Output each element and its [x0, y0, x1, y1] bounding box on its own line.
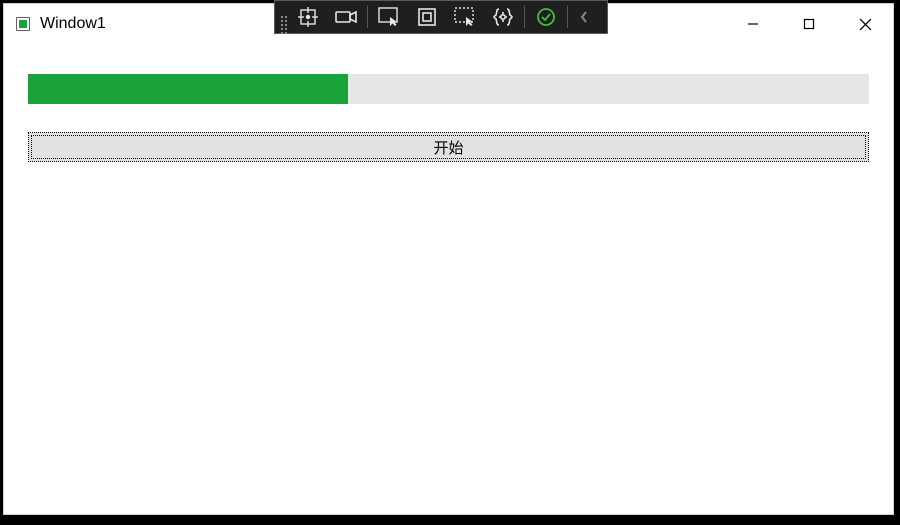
- chevron-left-icon[interactable]: [570, 1, 598, 33]
- window-controls: [725, 4, 893, 44]
- minimize-button[interactable]: [725, 4, 781, 44]
- toolbar-separator: [524, 6, 525, 28]
- toolbar-separator: [367, 6, 368, 28]
- braces-icon[interactable]: [484, 1, 522, 33]
- start-button[interactable]: 开始: [28, 132, 869, 162]
- toolbar-separator: [567, 6, 568, 28]
- progress-fill: [28, 74, 348, 104]
- layout-icon[interactable]: [408, 1, 446, 33]
- toolbar-grip[interactable]: [275, 1, 289, 33]
- app-window: Window1 开始: [3, 3, 894, 515]
- app-icon: [14, 15, 32, 33]
- progress-bar: [28, 74, 869, 104]
- dev-toolbar[interactable]: [274, 0, 608, 34]
- inspect-icon[interactable]: [446, 1, 484, 33]
- maximize-button[interactable]: [781, 4, 837, 44]
- window-title: Window1: [40, 15, 106, 33]
- target-icon[interactable]: [289, 1, 327, 33]
- start-button-label: 开始: [433, 137, 463, 158]
- window-content: 开始: [4, 44, 893, 162]
- camera-icon[interactable]: [327, 1, 365, 33]
- check-icon[interactable]: [527, 1, 565, 33]
- cursor-select-icon[interactable]: [370, 1, 408, 33]
- close-button[interactable]: [837, 4, 893, 44]
